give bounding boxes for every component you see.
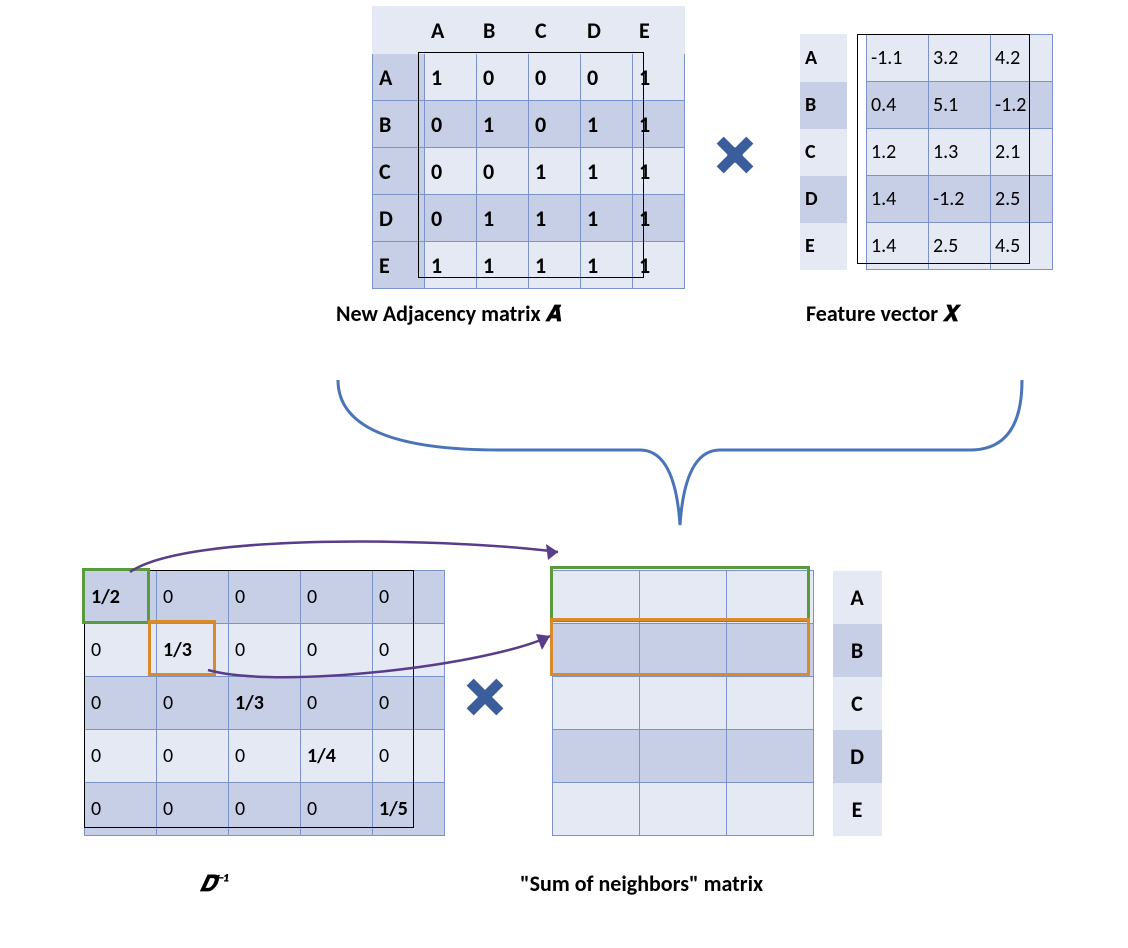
dinv-cell: 1/5 <box>373 783 445 836</box>
dinv-cell: 0 <box>85 624 157 677</box>
sum-label: B <box>833 624 882 677</box>
adj-cell: 0 <box>477 54 529 101</box>
featX-cell: -1.1 <box>867 35 929 82</box>
dinv-cell: 1/4 <box>301 730 373 783</box>
adj-cell: 0 <box>425 101 477 148</box>
adjacency-matrix: A B C D E A 1 0 0 0 1 B 0 1 0 1 1 C 0 0 … <box>372 6 685 289</box>
featX-cell: 3.2 <box>929 35 991 82</box>
featX-cell: -1.2 <box>929 176 991 223</box>
adj-cell: 1 <box>581 101 633 148</box>
adj-cell: 0 <box>425 148 477 195</box>
dinv-cell: 0 <box>157 783 229 836</box>
arrow-orange <box>190 610 590 705</box>
adj-cell: 1 <box>529 242 581 289</box>
adj-cell: 1 <box>477 242 529 289</box>
sumN-cell <box>640 677 727 730</box>
feature-vector-x: A -1.1 3.2 4.2 B 0.4 5.1 -1.2 C 1.2 1.3 … <box>800 34 1053 270</box>
sum-label-column: A B C D E <box>832 570 882 836</box>
dinv-cell: 0 <box>229 783 301 836</box>
featX-cell: 0.4 <box>867 82 929 129</box>
featX-row-A: A <box>801 35 847 82</box>
adj-row-B: B <box>373 101 425 148</box>
sumN-cell <box>727 783 814 836</box>
featX-cell: 2.5 <box>991 176 1053 223</box>
adj-cell: 1 <box>529 148 581 195</box>
sum-label: C <box>833 677 882 730</box>
brace-icon <box>330 360 1030 535</box>
adj-cell: 0 <box>425 195 477 242</box>
featX-cell: 1.4 <box>867 176 929 223</box>
featX-cell: 2.1 <box>991 129 1053 176</box>
adj-cell: 1 <box>477 101 529 148</box>
adj-cell: 1 <box>581 242 633 289</box>
adj-cell: 1 <box>633 242 685 289</box>
featX-cell: 2.5 <box>929 223 991 270</box>
featX-cell: 4.5 <box>991 223 1053 270</box>
adj-cell: 1 <box>529 195 581 242</box>
adj-cell: 1 <box>477 195 529 242</box>
dinv-cell: 0 <box>229 730 301 783</box>
featX-cell: 1.4 <box>867 223 929 270</box>
featX-cell: -1.2 <box>991 82 1053 129</box>
sumN-cell <box>640 783 727 836</box>
dinv-cell: 0 <box>85 677 157 730</box>
sum-label: A <box>833 571 882 624</box>
sumN-cell <box>640 730 727 783</box>
sum-label: D <box>833 730 882 783</box>
adj-cell: 1 <box>633 195 685 242</box>
adj-row-D: D <box>373 195 425 242</box>
adj-cell: 1 <box>425 54 477 101</box>
adjacency-caption: New Adjacency matrix 𝑨̃ <box>336 300 561 327</box>
adj-cell: 1 <box>633 148 685 195</box>
adj-row-C: C <box>373 148 425 195</box>
adj-cell: 0 <box>529 54 581 101</box>
adj-col-C: C <box>529 7 581 54</box>
featX-row-E: E <box>801 223 847 270</box>
adj-cell: 0 <box>477 148 529 195</box>
adj-cell: 1 <box>633 101 685 148</box>
featX-cell: 4.2 <box>991 35 1053 82</box>
adj-col-E: E <box>633 7 685 54</box>
featureX-caption: Feature vector 𝑿 <box>806 300 960 327</box>
sum-label: E <box>833 783 882 836</box>
featX-cell: 1.2 <box>867 129 929 176</box>
featX-row-B: B <box>801 82 847 129</box>
dinv-cell: 0 <box>373 730 445 783</box>
dinv-cell: 0 <box>85 730 157 783</box>
featX-cell: 5.1 <box>929 82 991 129</box>
featX-row-D: D <box>801 176 847 223</box>
sumN-cell <box>553 783 640 836</box>
adj-cell: 1 <box>581 195 633 242</box>
multiply-icon <box>710 130 760 180</box>
sumN-caption: "Sum of neighbors" matrix <box>520 870 763 897</box>
adj-col-B: B <box>477 7 529 54</box>
adj-cell: 1 <box>425 242 477 289</box>
featX-row-C: C <box>801 129 847 176</box>
adj-cell: 1 <box>633 54 685 101</box>
dinv-cell: 0 <box>85 783 157 836</box>
featX-cell: 1.3 <box>929 129 991 176</box>
adj-row-E: E <box>373 242 425 289</box>
adj-row-A: A <box>373 54 425 101</box>
sumN-cell <box>727 677 814 730</box>
adj-cell: 1 <box>581 148 633 195</box>
arrow-green <box>110 530 590 615</box>
dinv-cell: 0 <box>301 783 373 836</box>
dinv-cell: 0 <box>157 730 229 783</box>
adj-cell: 0 <box>581 54 633 101</box>
adj-col-A: A <box>425 7 477 54</box>
adj-col-D: D <box>581 7 633 54</box>
adj-cell: 0 <box>529 101 581 148</box>
dinv-caption: 𝑫̃⁻¹ <box>200 870 229 897</box>
sumN-cell <box>727 730 814 783</box>
sumN-cell <box>553 730 640 783</box>
